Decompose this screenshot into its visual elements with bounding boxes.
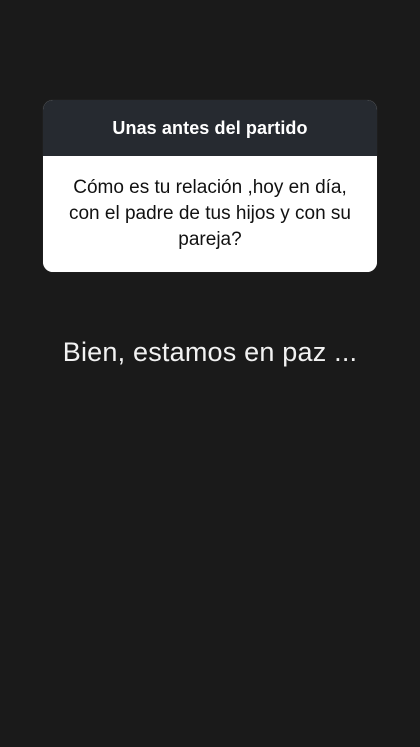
question-card: Unas antes del partido Cómo es tu relaci…: [43, 100, 377, 272]
question-line-1: Cómo es tu relación ,hoy en día,: [73, 177, 347, 198]
question-header: Unas antes del partido: [43, 100, 377, 156]
question-body: Cómo es tu relación ,hoy en día, con el …: [43, 156, 377, 272]
question-line-2: con el padre de tus hijos y con su: [68, 203, 351, 224]
question-title: Unas antes del partido: [112, 117, 308, 138]
story-canvas: Unas antes del partido Cómo es tu relaci…: [0, 0, 420, 747]
question-line-3: pareja?: [178, 229, 242, 250]
question-text: Cómo es tu relación ,hoy en día, con el …: [67, 175, 353, 253]
answer-text: Bien, estamos en paz ...: [62, 337, 358, 367]
